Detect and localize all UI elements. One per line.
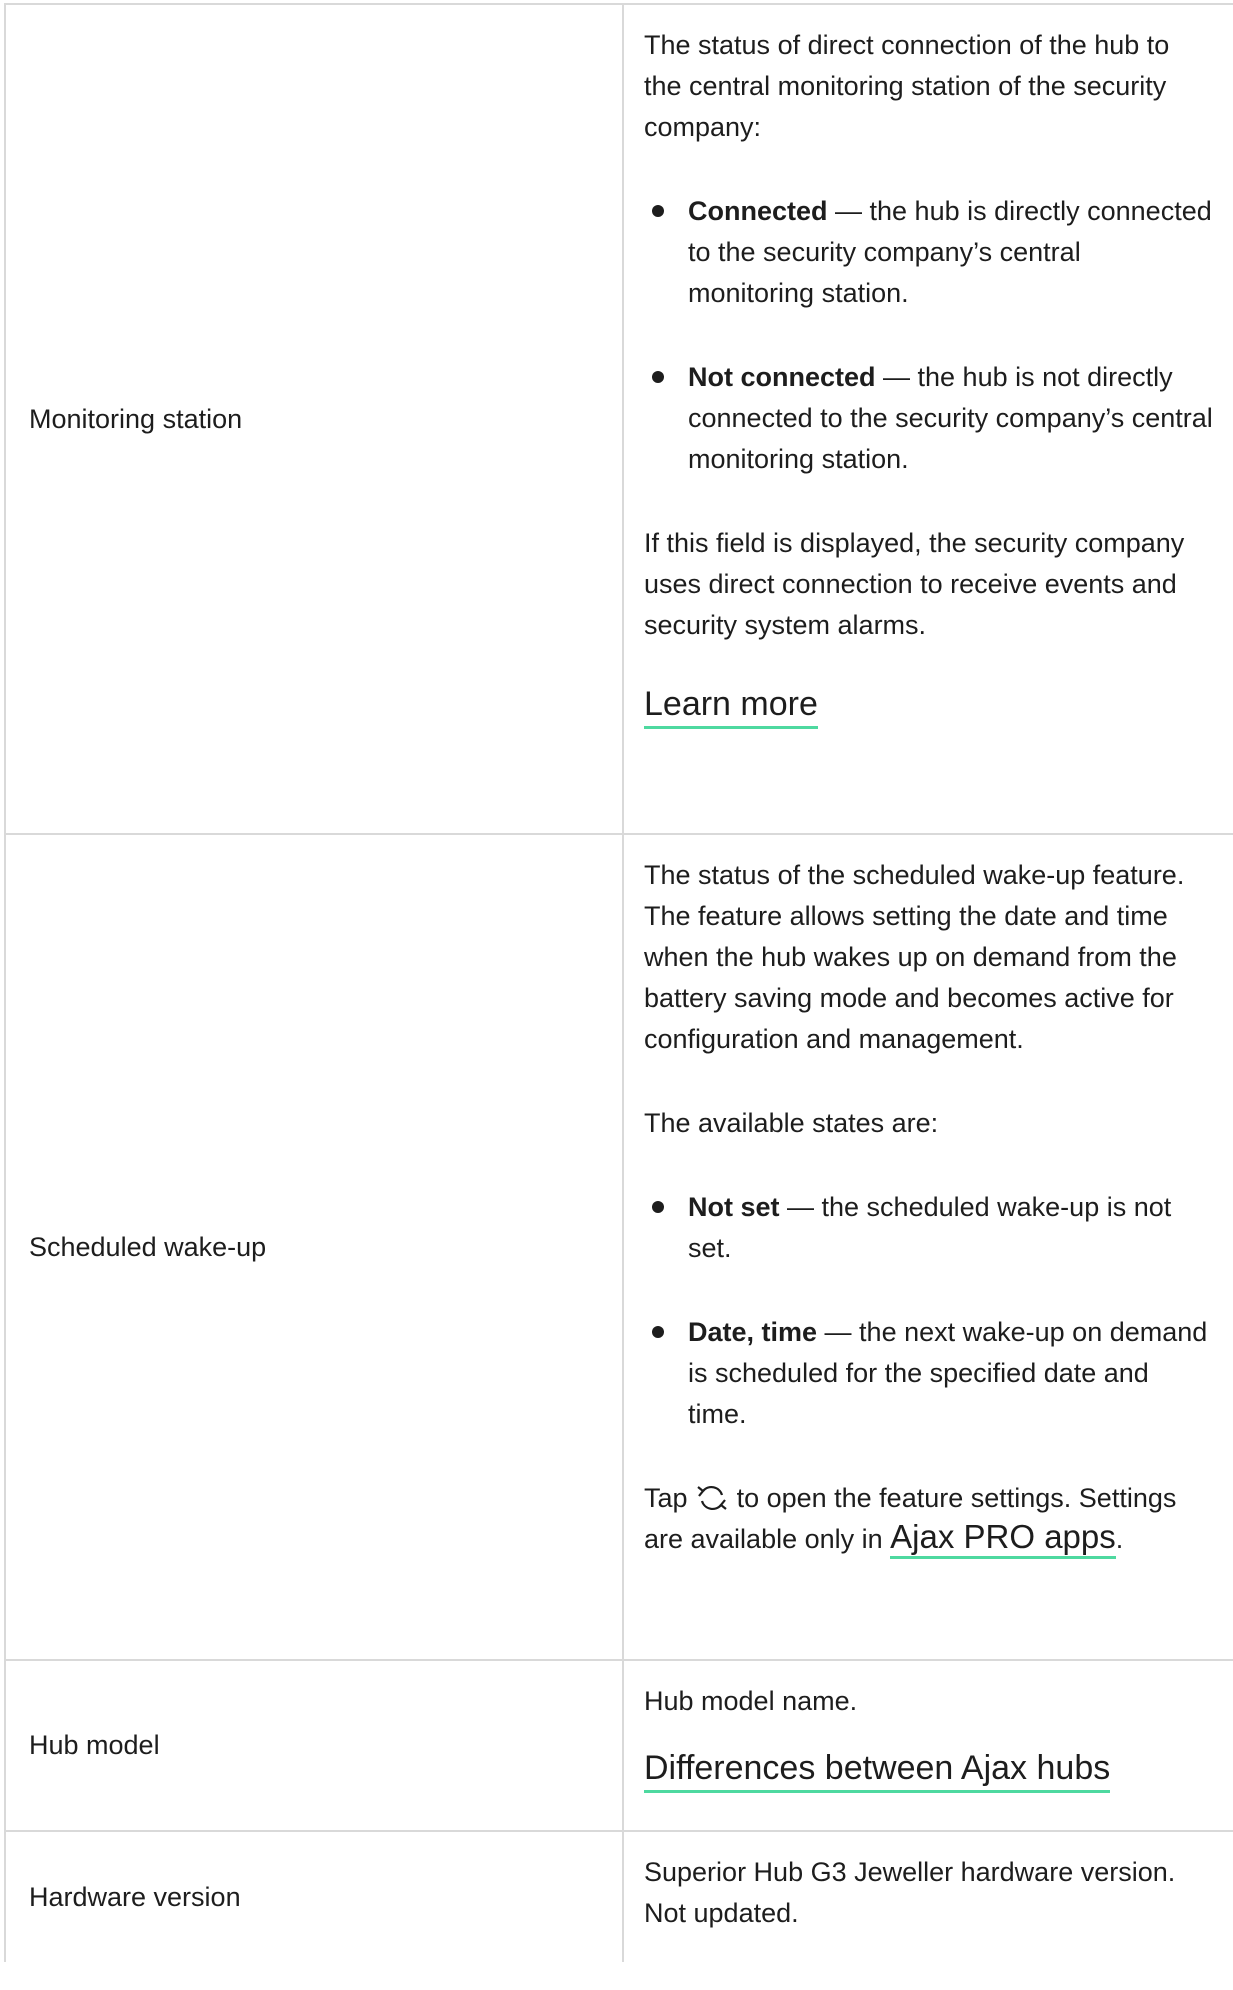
bullet-icon bbox=[652, 1326, 664, 1338]
bullet-icon bbox=[652, 205, 664, 217]
row-description: The status of direct connection of the h… bbox=[624, 5, 1233, 833]
bullet-icon bbox=[652, 1201, 664, 1213]
state-term: Not set bbox=[688, 1192, 780, 1222]
table-row-scheduled-wake-up: Scheduled wake-up The status of the sche… bbox=[6, 835, 1233, 1661]
description-outro: If this field is displayed, the security… bbox=[644, 528, 1185, 640]
tap-tail: . bbox=[1115, 1524, 1124, 1554]
state-list: Connected — the hub is directly connecte… bbox=[644, 191, 1213, 480]
table-row-hardware-version: Hardware version Superior Hub G3 Jewelle… bbox=[6, 1832, 1233, 1962]
row-label: Hardware version bbox=[6, 1832, 624, 1962]
states-intro: The available states are: bbox=[644, 1108, 939, 1138]
state-term: Connected bbox=[688, 196, 828, 226]
table-row-monitoring-station: Monitoring station The status of direct … bbox=[6, 5, 1233, 835]
info-table: Monitoring station The status of direct … bbox=[4, 3, 1233, 1962]
table-row-hub-model: Hub model Hub model name. Differences be… bbox=[6, 1661, 1233, 1832]
description-intro: The status of the scheduled wake-up feat… bbox=[644, 860, 1185, 1054]
learn-more-link[interactable]: Learn more bbox=[644, 684, 818, 729]
list-item: Not connected — the hub is not directly … bbox=[644, 357, 1213, 480]
row-description: Superior Hub G3 Jeweller hardware versio… bbox=[624, 1832, 1233, 1962]
description-intro: Hub model name. bbox=[644, 1686, 858, 1716]
description-intro: Superior Hub G3 Jeweller hardware versio… bbox=[644, 1857, 1176, 1928]
row-label: Monitoring station bbox=[6, 5, 624, 833]
refresh-icon bbox=[695, 1483, 729, 1513]
list-item: Not set — the scheduled wake-up is not s… bbox=[644, 1187, 1213, 1269]
state-term: Date, time bbox=[688, 1317, 818, 1347]
state-list: Not set — the scheduled wake-up is not s… bbox=[644, 1187, 1213, 1435]
tap-instruction: Tap to open the feature settings. Settin… bbox=[644, 1478, 1213, 1560]
row-description: Hub model name. Differences between Ajax… bbox=[624, 1661, 1233, 1830]
row-label: Hub model bbox=[6, 1661, 624, 1830]
row-label: Scheduled wake-up bbox=[6, 835, 624, 1659]
row-description: The status of the scheduled wake-up feat… bbox=[624, 835, 1233, 1659]
list-item: Connected — the hub is directly connecte… bbox=[644, 191, 1213, 314]
state-term: Not connected bbox=[688, 362, 876, 392]
bullet-icon bbox=[652, 371, 664, 383]
description-intro: The status of direct connection of the h… bbox=[644, 30, 1170, 142]
ajax-pro-apps-link[interactable]: Ajax PRO apps bbox=[890, 1518, 1116, 1559]
list-item: Date, time — the next wake-up on demand … bbox=[644, 1312, 1213, 1435]
tap-prefix: Tap bbox=[644, 1483, 688, 1513]
hub-differences-link[interactable]: Differences between Ajax hubs bbox=[644, 1748, 1111, 1793]
